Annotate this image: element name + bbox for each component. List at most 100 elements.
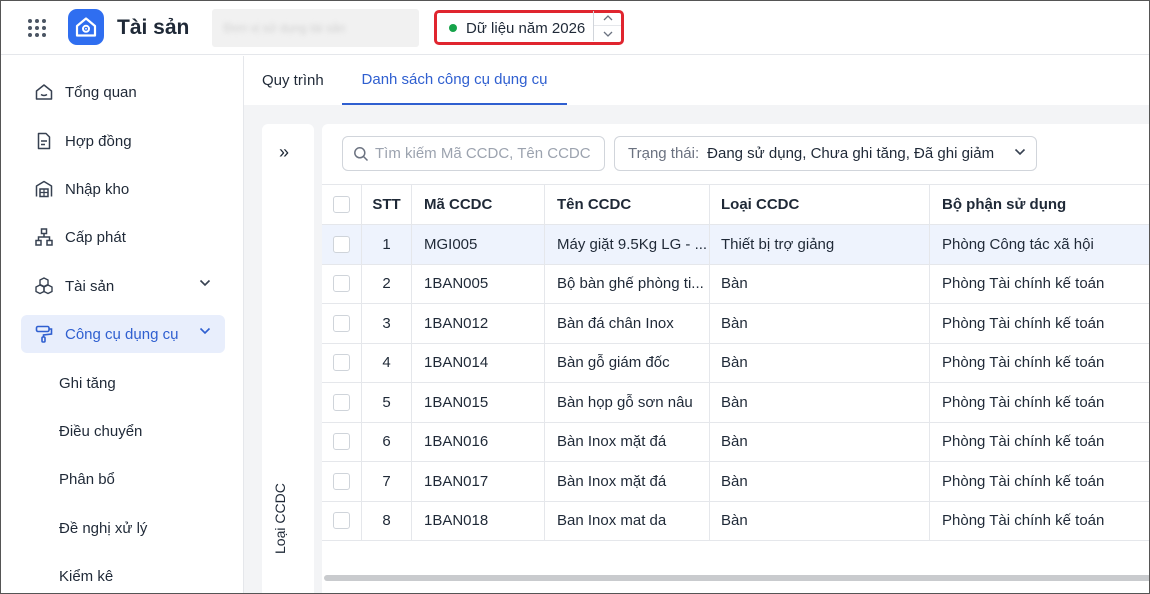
cell-type: Thiết bị trợ giảng <box>710 225 930 264</box>
category-panel-label: Loại CCDC <box>272 483 288 554</box>
hierarchy-icon <box>33 226 55 248</box>
cell-stt: 3 <box>362 304 412 343</box>
checkbox-cell <box>322 422 362 461</box>
cell-code: 1BAN018 <box>412 501 545 540</box>
cell-department: Phòng Tài chính kế toán <box>942 393 1105 411</box>
cell-department: Phòng Tài chính kế toán <box>942 512 1105 530</box>
cell-name: Bàn đá chân Inox <box>545 304 710 343</box>
cell-type: Bàn <box>710 304 930 343</box>
tab-bar: Quy trình Danh sách công cụ dụng cụ <box>244 56 1149 105</box>
row-checkbox[interactable] <box>333 314 350 332</box>
sidebar-subitem-increase[interactable]: Ghi tăng <box>59 368 116 398</box>
cell-department: Phòng Tài chính kế toán <box>942 354 1105 372</box>
table-row[interactable]: 4 1BAN014 Bàn gỗ giám đốc Bàn Phòng Tài chín… <box>322 343 1149 383</box>
chevron-up-icon[interactable] <box>594 11 621 26</box>
chevron-down-icon[interactable] <box>594 26 621 41</box>
cell-stt: 5 <box>362 383 412 422</box>
row-checkbox[interactable] <box>333 512 350 530</box>
table-row[interactable]: 5 1BAN015 Bàn họp gỗ sơn nâu Bàn Phòng Tài c… <box>322 383 1149 423</box>
chevron-down-icon <box>1014 148 1026 156</box>
column-header-stt: STT <box>362 185 412 224</box>
sidebar-item-allocation[interactable]: Cấp phát <box>21 218 225 256</box>
sidebar-item-overview[interactable]: Tổng quan <box>21 73 225 111</box>
category-panel: » Loại CCDC <box>262 124 314 593</box>
cell-type: Bàn <box>710 343 930 382</box>
fiscal-year-selector[interactable]: Dữ liệu năm 2026 <box>434 10 624 45</box>
cell-name: Bàn Inox mặt đá <box>545 462 710 501</box>
sidebar-item-warehouse[interactable]: Nhập kho <box>21 170 225 208</box>
search-icon <box>353 146 369 162</box>
select-all-checkbox[interactable] <box>333 196 350 213</box>
top-header: Tài sản Đơn vị sử dụng tài sản Dữ liệu n… <box>1 1 1149 55</box>
app-window: Tài sản Đơn vị sử dụng tài sản Dữ liệu n… <box>0 0 1150 594</box>
cell-stt: 8 <box>362 501 412 540</box>
cell-stt: 4 <box>362 343 412 382</box>
status-filter[interactable]: Trạng thái: Đang sử dụng, Chưa ghi tăng,… <box>614 136 1037 171</box>
cell-code: 1BAN005 <box>412 264 545 303</box>
cell-stt: 2 <box>362 264 412 303</box>
sidebar-subitem-disposal-request[interactable]: Đề nghị xử lý <box>59 513 147 543</box>
status-dot-icon <box>449 24 457 32</box>
table-row[interactable]: 6 1BAN016 Bàn Inox mặt đá Bàn Phòng Tài chín… <box>322 422 1149 462</box>
row-checkbox[interactable] <box>333 393 350 411</box>
cell-department: Phòng Tài chính kế toán <box>942 314 1105 332</box>
cell-type: Bàn <box>710 264 930 303</box>
fiscal-year-label: Dữ liệu năm 2026 <box>466 19 586 37</box>
house-icon <box>75 17 97 37</box>
row-checkbox[interactable] <box>333 354 350 372</box>
tab-workflow[interactable]: Quy trình <box>262 56 324 105</box>
sidebar-subitem-distribution[interactable]: Phân bổ <box>59 464 115 494</box>
sidebar-subitem-inventory[interactable]: Kiểm kê <box>59 561 113 591</box>
sidebar-item-label: Tài sản <box>65 277 115 295</box>
cell-code: 1BAN014 <box>412 343 545 382</box>
cell-name: Ban Inox mat da <box>545 501 710 540</box>
cell-department: Phòng Tài chính kế toán <box>942 472 1105 490</box>
chevron-down-icon <box>199 279 211 287</box>
cell-code: 1BAN016 <box>412 422 545 461</box>
sidebar-item-tools[interactable]: Công cụ dụng cụ <box>21 315 225 353</box>
app-logo <box>68 9 104 45</box>
year-stepper[interactable] <box>593 11 621 41</box>
column-header-type: Loại CCDC <box>710 185 930 224</box>
expand-panel-icon[interactable]: » <box>279 142 289 163</box>
row-checkbox[interactable] <box>333 433 350 451</box>
checkbox-cell <box>322 343 362 382</box>
checkbox-cell <box>322 304 362 343</box>
sidebar-item-label: Cấp phát <box>65 228 126 246</box>
cell-name: Bàn gỗ giám đốc <box>545 343 710 382</box>
cell-type: Bàn <box>710 462 930 501</box>
table-row[interactable]: 3 1BAN012 Bàn đá chân Inox Bàn Phòng Tài chí… <box>322 304 1149 344</box>
tab-tool-list[interactable]: Danh sách công cụ dụng cụ <box>342 56 567 105</box>
cell-name: Bàn họp gỗ sơn nâu <box>545 383 710 422</box>
checkbox-cell <box>322 383 362 422</box>
sidebar-item-assets[interactable]: Tài sản <box>21 267 225 305</box>
cell-code: MGI005 <box>412 225 545 264</box>
horizontal-scrollbar[interactable] <box>324 575 1149 581</box>
cell-code: 1BAN015 <box>412 383 545 422</box>
organization-selector[interactable]: Đơn vị sử dụng tài sản <box>212 9 419 47</box>
cell-code: 1BAN012 <box>412 304 545 343</box>
table-row[interactable]: 1 MGI005 Máy giặt 9.5Kg LG - ... Thiết bị t… <box>322 225 1149 265</box>
cell-type: Bàn <box>710 501 930 540</box>
table-header: STT Mã CCDC Tên CCDC Loại CCDC Bộ phận s… <box>322 184 1149 225</box>
search-box[interactable] <box>342 136 605 171</box>
main-area: Quy trình Danh sách công cụ dụng cụ » Lo… <box>244 56 1149 593</box>
cell-name: Bàn Inox mặt đá <box>545 422 710 461</box>
table-row[interactable]: 2 1BAN005 Bộ bàn ghế phòng ti... Bàn Phòng T… <box>322 264 1149 304</box>
table-row[interactable]: 7 1BAN017 Bàn Inox mặt đá Bàn Phòng Tài chín… <box>322 462 1149 502</box>
checkbox-cell <box>322 264 362 303</box>
row-checkbox[interactable] <box>333 275 350 293</box>
sidebar-item-contracts[interactable]: Hợp đồng <box>21 122 225 160</box>
sidebar-subitem-transfer[interactable]: Điều chuyển <box>59 416 142 446</box>
row-checkbox[interactable] <box>333 235 350 253</box>
cell-department: Phòng Công tác xã hội <box>942 235 1094 253</box>
cell-department: Phòng Tài chính kế toán <box>942 275 1105 293</box>
sidebar-item-label: Công cụ dụng cụ <box>65 325 179 343</box>
table-row[interactable]: 8 1BAN018 Ban Inox mat da Bàn Phòng Tài chín… <box>322 501 1149 541</box>
row-checkbox[interactable] <box>333 472 350 490</box>
cell-type: Bàn <box>710 422 930 461</box>
app-launcher-icon[interactable] <box>26 17 48 39</box>
column-header-department: Bộ phận sử dụng <box>942 196 1067 213</box>
warehouse-icon <box>33 178 55 200</box>
search-input[interactable] <box>375 145 595 162</box>
